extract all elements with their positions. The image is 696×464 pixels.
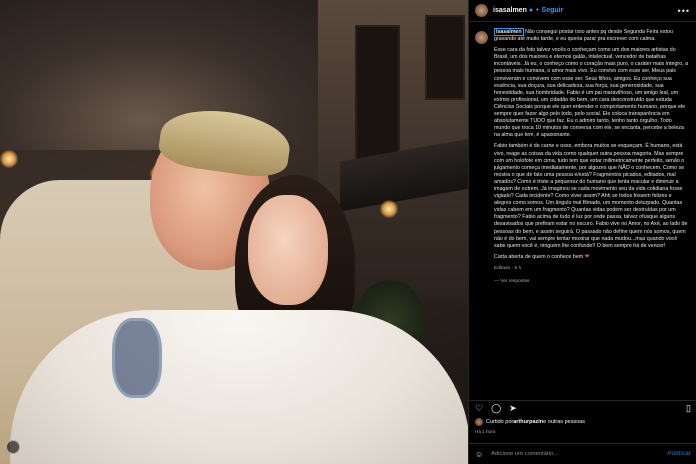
photo-lamp: [0, 150, 18, 168]
photo-lamp: [380, 200, 398, 218]
verified-badge-icon: ●: [528, 7, 534, 14]
post-header: isasalmen ● • Seguir •••: [469, 0, 696, 22]
heart-icon[interactable]: ♡: [475, 404, 483, 413]
comment-bar: ☺ Adicione um comentário... Publicar: [469, 443, 696, 464]
likes-suffix: e outras pessoas: [543, 419, 586, 425]
liker-avatar: [475, 418, 483, 426]
publish-button[interactable]: Publicar: [667, 451, 691, 457]
likes-summary[interactable]: Curtido por arthurpazin e outras pessoas: [475, 418, 585, 426]
caption-text: isasalmen Não consegui postar isso antes…: [494, 28, 689, 285]
post-photo[interactable]: [0, 0, 468, 464]
heart-emoji-icon: ❤: [584, 253, 590, 260]
caption-paragraph-2: Fabio também é de carne e osso, embora m…: [494, 143, 688, 249]
action-bar: ♡ ◯ ➤ ▯: [469, 400, 696, 416]
photo-sunglasses: [112, 318, 162, 398]
photo-woman-face: [248, 195, 328, 305]
more-options-icon[interactable]: •••: [678, 6, 690, 16]
photo-window: [425, 15, 465, 100]
caption-signoff: Carta aberta de quem o conhece bem: [494, 253, 584, 260]
photo-woman-sweater: [10, 310, 468, 464]
author-username[interactable]: isasalmen: [493, 7, 527, 14]
comment-icon[interactable]: ◯: [491, 404, 501, 413]
photo-window-door: [355, 25, 400, 165]
liker-username[interactable]: arthurpazin: [513, 419, 543, 425]
caption-area: isasalmen Não consegui postar isso antes…: [469, 24, 696, 396]
view-replies-link[interactable]: — Ver respostas: [494, 278, 689, 285]
share-icon[interactable]: ➤: [509, 404, 517, 413]
edited-label: Editado · 5 h: [494, 265, 522, 271]
post-side-panel: isasalmen ● • Seguir ••• isasalmen Não c…: [468, 0, 696, 464]
bookmark-icon[interactable]: ▯: [686, 404, 691, 413]
tagged-users-icon[interactable]: [6, 440, 20, 454]
caption-username[interactable]: isasalmen: [494, 28, 524, 36]
emoji-icon[interactable]: ☺: [475, 450, 483, 459]
post-timestamp: Há 1 hora: [475, 429, 496, 434]
comment-input[interactable]: Adicione um comentário...: [491, 451, 558, 457]
follow-button[interactable]: Seguir: [542, 7, 564, 14]
caption-avatar[interactable]: [475, 31, 488, 44]
separator-dot: •: [536, 7, 539, 14]
likes-prefix: Curtido por: [486, 419, 514, 425]
author-avatar[interactable]: [475, 4, 488, 17]
caption-paragraph-1: Esse cara da foto talvez vocês o conheça…: [494, 47, 689, 139]
